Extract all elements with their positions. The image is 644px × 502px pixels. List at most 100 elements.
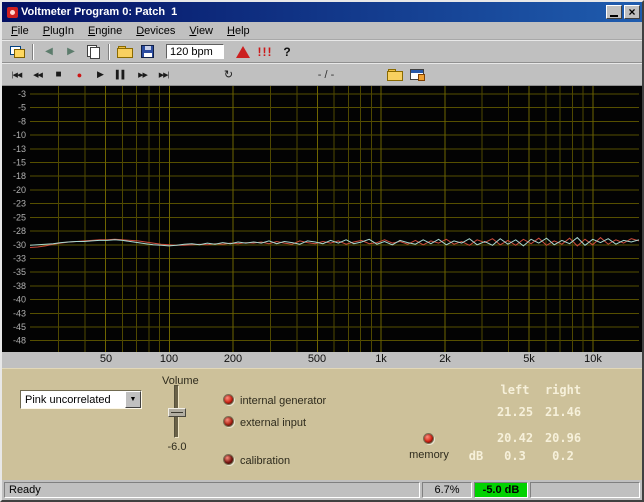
app-icon xyxy=(7,6,18,18)
memory-led[interactable] xyxy=(423,433,434,444)
stop-icon: ■ xyxy=(55,69,62,80)
pause-icon: ▌▌ xyxy=(115,70,128,79)
minimize-icon xyxy=(610,14,618,17)
loop-icon: ↻ xyxy=(223,69,234,81)
readout-value: 20.96 xyxy=(544,431,582,445)
freq-tick-label: 500 xyxy=(307,353,327,365)
stop-button[interactable]: ■ xyxy=(48,66,69,83)
external-input-led[interactable] xyxy=(223,416,234,427)
svg-text:-10: -10 xyxy=(13,130,26,140)
skip-end-icon: ▶▶| xyxy=(158,71,170,79)
minimize-button[interactable] xyxy=(606,5,622,19)
control-panel: Pink uncorrelated ▼ Volume -6.0 internal… xyxy=(2,368,642,480)
project-window-button[interactable] xyxy=(6,43,28,61)
bpm-field[interactable]: 120 bpm xyxy=(166,44,224,59)
readout-value: 0.3 xyxy=(504,449,526,463)
menu-help[interactable]: Help xyxy=(220,23,257,39)
level-panel: -5.0 dB xyxy=(474,482,528,498)
volume-slider-track[interactable] xyxy=(168,385,186,438)
copy-pages-icon xyxy=(86,45,100,59)
frequency-axis: 50 100 200 500 1k 2k 5k 10k xyxy=(2,352,642,368)
skip-end-button[interactable]: ▶▶| xyxy=(153,66,174,83)
calibration-led[interactable] xyxy=(223,454,234,465)
menu-file[interactable]: File xyxy=(4,23,36,39)
spectrum-plot-area: -3 -5 -8 -10 -13 -15 -18 -20 -23 -25 -28 -30 -33 -35 -… xyxy=(2,86,642,352)
close-button[interactable]: × xyxy=(624,5,640,19)
svg-text:-15: -15 xyxy=(13,158,26,168)
freq-tick-label: 100 xyxy=(159,353,179,365)
svg-text:-20: -20 xyxy=(13,185,26,195)
cascade-windows-icon xyxy=(9,45,25,58)
svg-text:-35: -35 xyxy=(13,267,26,277)
statusbar: Ready 6.7% -5.0 dB xyxy=(2,480,642,500)
readout-value: 0.2 xyxy=(552,449,574,463)
save-floppy-icon xyxy=(140,45,154,58)
toolbar-separator xyxy=(108,43,110,60)
freq-tick-label: 10k xyxy=(584,353,602,365)
readout-value: 20.42 xyxy=(496,431,534,445)
svg-text:-33: -33 xyxy=(13,254,26,264)
svg-text:-28: -28 xyxy=(13,226,26,236)
skip-start-button[interactable]: |◀◀ xyxy=(6,66,27,83)
play-icon: ▶ xyxy=(97,69,104,79)
svg-text:-30: -30 xyxy=(13,240,26,250)
fast-forward-icon: ▶▶ xyxy=(138,71,148,79)
back-button[interactable]: ◀ xyxy=(38,43,60,61)
window-edit-icon xyxy=(410,69,425,81)
volume-slider-handle[interactable] xyxy=(168,408,186,417)
menu-devices[interactable]: Devices xyxy=(129,23,182,39)
titlebar[interactable]: Voltmeter Program 0: Patch 1 × xyxy=(2,2,642,22)
pause-button[interactable]: ▌▌ xyxy=(111,66,132,83)
window-title: Voltmeter Program 0: Patch 1 xyxy=(21,6,178,18)
toolbar-separator xyxy=(32,43,34,60)
play-button[interactable]: ▶ xyxy=(90,66,111,83)
record-button[interactable]: ● xyxy=(69,66,90,83)
open-button[interactable] xyxy=(114,43,136,61)
alerts-button[interactable]: !!! xyxy=(254,43,276,61)
warning-button[interactable] xyxy=(232,43,254,61)
position-display: - / - xyxy=(317,68,335,81)
status-ready: Ready xyxy=(4,482,420,498)
arrow-right-icon: ▶ xyxy=(67,46,75,57)
svg-text:-40: -40 xyxy=(13,295,26,305)
freq-tick-label: 1k xyxy=(375,353,387,365)
fast-forward-button[interactable]: ▶▶ xyxy=(132,66,153,83)
help-button[interactable]: ? xyxy=(276,43,298,61)
svg-text:-8: -8 xyxy=(18,116,26,126)
forward-button[interactable]: ▶ xyxy=(60,43,82,61)
db-unit-label: dB xyxy=(468,449,484,463)
freq-tick-label: 2k xyxy=(439,353,451,365)
record-icon: ● xyxy=(76,69,83,80)
help-icon: ? xyxy=(283,44,291,59)
loop-button[interactable]: ↻ xyxy=(218,66,239,83)
svg-text:-5: -5 xyxy=(18,103,26,113)
menu-engine[interactable]: Engine xyxy=(81,23,129,39)
copy-button[interactable] xyxy=(82,43,104,61)
internal-generator-led[interactable] xyxy=(223,394,234,405)
menubar: File PlugIn Engine Devices View Help xyxy=(2,22,642,40)
arrow-left-icon: ◀ xyxy=(45,46,53,57)
rewind-button[interactable]: ◀◀ xyxy=(27,66,48,83)
freq-tick-label: 5k xyxy=(523,353,535,365)
skip-start-icon: |◀◀ xyxy=(11,71,23,79)
chevron-down-icon[interactable]: ▼ xyxy=(125,391,141,408)
calibration-label: calibration xyxy=(240,455,291,467)
source-select[interactable]: Pink uncorrelated ▼ xyxy=(20,390,142,409)
voltmeter-window: Voltmeter Program 0: Patch 1 × File Plug… xyxy=(0,0,644,502)
open-file-button[interactable] xyxy=(384,66,406,84)
save-button[interactable] xyxy=(136,43,158,61)
internal-generator-label: internal generator xyxy=(240,395,327,407)
svg-text:-45: -45 xyxy=(13,322,26,332)
toolbar: ◀ ▶ 120 bpm !!! ? xyxy=(2,40,642,63)
svg-text:-3: -3 xyxy=(18,89,26,99)
menu-plugin[interactable]: PlugIn xyxy=(36,23,81,39)
menu-view[interactable]: View xyxy=(182,23,220,39)
svg-text:-38: -38 xyxy=(13,281,26,291)
readout-left-header: left xyxy=(500,383,530,397)
close-icon: × xyxy=(628,5,636,19)
edit-view-button[interactable] xyxy=(406,66,428,84)
freq-tick-label: 200 xyxy=(223,353,243,365)
external-input-label: external input xyxy=(240,417,307,429)
svg-text:-25: -25 xyxy=(13,212,26,222)
spectrum-plot: -3 -5 -8 -10 -13 -15 -18 -20 -23 -25 -28 -30 -33 -35 -… xyxy=(13,86,640,352)
